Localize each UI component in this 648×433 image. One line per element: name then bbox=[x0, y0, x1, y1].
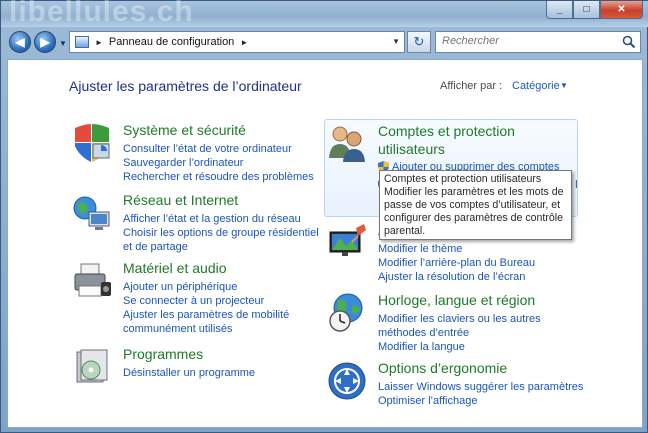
printer-icon[interactable] bbox=[71, 260, 113, 302]
category-title[interactable]: Système et sécurité bbox=[123, 122, 246, 138]
view-by-label: Afficher par : bbox=[440, 80, 503, 92]
category-links: Modifier le thème Modifier l’arrière-pla… bbox=[378, 242, 598, 284]
link-homegroup-cont[interactable]: et de partage bbox=[123, 240, 343, 254]
link-check-status[interactable]: Consulter l’état de votre ordinateur bbox=[123, 142, 343, 156]
link-label[interactable]: l bbox=[575, 179, 577, 191]
link-desktop-background[interactable]: Modifier l’arrière-plan du Bureau bbox=[378, 256, 598, 270]
category-title[interactable]: Programmes bbox=[123, 346, 203, 362]
category-links: Consulter l’état de votre ordinateur Sau… bbox=[123, 142, 343, 184]
search-icon[interactable] bbox=[622, 35, 636, 49]
link-keyboards[interactable]: Modifier les claviers ou les autres bbox=[378, 312, 598, 326]
appearance-icon[interactable] bbox=[326, 222, 368, 264]
title-bar[interactable]: libellules.ch _ □ ✕ bbox=[1, 0, 648, 28]
window-controls: _ □ ✕ bbox=[546, 1, 643, 19]
category-title[interactable]: Réseau et Internet bbox=[123, 192, 238, 208]
category-network-internet: Réseau et Internet Afficher l’état et la… bbox=[71, 192, 321, 253]
link-backup[interactable]: Sauvegarder l’ordinateur bbox=[123, 156, 343, 170]
programs-icon[interactable] bbox=[71, 346, 113, 388]
clock-globe-icon[interactable] bbox=[326, 292, 368, 334]
tooltip-line: Modifier les paramètres et les mots de bbox=[384, 186, 564, 198]
category-ease-of-access: Options d’ergonomie Laisser Windows sugg… bbox=[326, 360, 586, 410]
back-button[interactable]: ◀ bbox=[9, 31, 31, 53]
link-mobility-cont[interactable]: communément utilisés bbox=[123, 322, 343, 336]
close-button[interactable]: ✕ bbox=[600, 1, 643, 19]
breadcrumb-arrow[interactable]: ► bbox=[95, 38, 103, 47]
search-input[interactable] bbox=[442, 35, 612, 47]
window-frame: libellules.ch _ □ ✕ ◀ ▶ ▼ ► Panneau de c… bbox=[0, 0, 648, 433]
category-title-line[interactable]: utilisateurs bbox=[378, 140, 515, 158]
chevron-down-icon[interactable]: ▼ bbox=[560, 81, 568, 90]
refresh-button[interactable]: ↻ bbox=[407, 31, 431, 53]
tooltip-user-accounts: Comptes et protection utilisateurs Modif… bbox=[379, 170, 572, 240]
watermark-text: libellules.ch bbox=[9, 0, 194, 28]
category-system-security: Système et sécurité Consulter l’état de … bbox=[71, 122, 321, 183]
tooltip-line: passe de vos comptes d’utilisateur, et bbox=[384, 199, 561, 211]
network-icon[interactable] bbox=[71, 192, 113, 234]
category-title-line[interactable]: Comptes et protection bbox=[378, 122, 515, 140]
category-links: Ajouter un périphérique Se connecter à u… bbox=[123, 280, 343, 336]
link-mobility[interactable]: Ajuster les paramètres de mobilité bbox=[123, 308, 343, 322]
category-title[interactable]: Comptes et protection utilisateurs bbox=[378, 122, 515, 158]
link-projector[interactable]: Se connecter à un projecteur bbox=[123, 294, 343, 308]
category-links: Afficher l’état et la gestion du réseau … bbox=[123, 212, 343, 254]
category-title[interactable]: Matériel et audio bbox=[123, 260, 227, 276]
link-keyboards-cont[interactable]: méthodes d’entrée bbox=[378, 326, 598, 340]
category-clock-language-region: Horloge, langue et région Modifier les c… bbox=[326, 292, 586, 353]
category-title[interactable]: Options d’ergonomie bbox=[378, 360, 507, 376]
shield-icon[interactable] bbox=[71, 122, 113, 164]
control-panel-icon bbox=[75, 36, 89, 48]
navigation-bar: ◀ ▶ ▼ ► Panneau de configuration ► ▼ ↻ bbox=[1, 27, 648, 59]
tooltip-line: parental. bbox=[384, 225, 426, 237]
category-title[interactable]: Horloge, langue et région bbox=[378, 292, 535, 308]
category-links: Désinstaller un programme bbox=[123, 366, 343, 380]
link-uninstall[interactable]: Désinstaller un programme bbox=[123, 366, 343, 380]
search-box[interactable] bbox=[435, 31, 641, 53]
link-optimize-display[interactable]: Optimiser l’affichage bbox=[378, 394, 598, 408]
link-network-status[interactable]: Afficher l’état et la gestion du réseau bbox=[123, 212, 343, 226]
tooltip-line: configurer des paramètres de contrôle bbox=[384, 212, 564, 224]
address-bar[interactable]: ► Panneau de configuration ► ▼ bbox=[69, 31, 405, 53]
breadcrumb-arrow[interactable]: ► bbox=[240, 38, 248, 47]
link-change-language[interactable]: Modifier la langue bbox=[378, 340, 598, 354]
link-change-theme[interactable]: Modifier le thème bbox=[378, 242, 598, 256]
link-screen-resolution[interactable]: Ajuster la résolution de l’écran bbox=[378, 270, 598, 284]
page-title: Ajuster les paramètres de l’ordinateur bbox=[69, 78, 302, 94]
tooltip-line: Comptes et protection utilisateurs bbox=[384, 173, 542, 185]
link-add-device[interactable]: Ajouter un périphérique bbox=[123, 280, 343, 294]
link-suggest-settings[interactable]: Laisser Windows suggérer les paramètres bbox=[378, 380, 598, 394]
category-links: Modifier les claviers ou les autres méth… bbox=[378, 312, 598, 354]
control-panel-content: Ajuster les paramètres de l’ordinateur A… bbox=[7, 59, 643, 428]
ease-of-access-icon[interactable] bbox=[326, 360, 368, 402]
link-homegroup[interactable]: Choisir les options de groupe résidentie… bbox=[123, 226, 343, 240]
users-icon[interactable] bbox=[326, 122, 368, 164]
category-links: Laisser Windows suggérer les paramètres … bbox=[378, 380, 598, 408]
forward-button[interactable]: ▶ bbox=[34, 31, 56, 53]
view-by-dropdown[interactable]: Catégorie bbox=[512, 80, 560, 92]
recent-pages-dropdown[interactable]: ▼ bbox=[59, 39, 67, 48]
minimize-button[interactable]: _ bbox=[546, 1, 573, 19]
maximize-button[interactable]: □ bbox=[573, 1, 600, 19]
link-troubleshoot[interactable]: Rechercher et résoudre des problèmes bbox=[123, 170, 343, 184]
category-hardware-sound: Matériel et audio Ajouter un périphériqu… bbox=[71, 260, 321, 335]
breadcrumb-control-panel[interactable]: Panneau de configuration bbox=[109, 36, 234, 48]
address-dropdown[interactable]: ▼ bbox=[392, 37, 400, 46]
category-programs: Programmes Désinstaller un programme bbox=[71, 346, 321, 396]
